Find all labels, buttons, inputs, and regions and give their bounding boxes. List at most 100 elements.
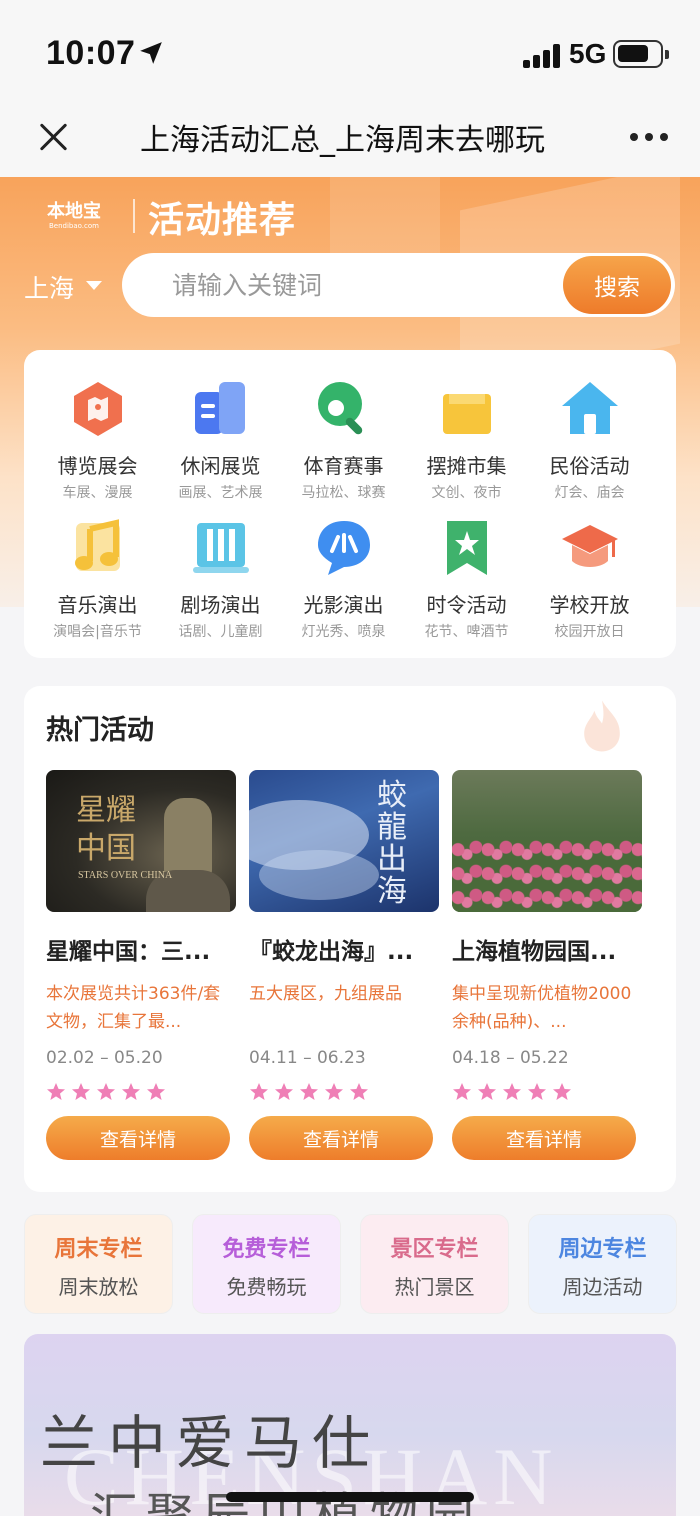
activity-card[interactable]: 星耀中国 STARS OVER CHINA 星耀中国：三... 本次展览共计363件… [46,770,236,1160]
city-selector[interactable]: 上海 [24,269,74,305]
category-name: 学校开放 [549,593,630,617]
category-item[interactable]: 民俗活动 灯会、庙会 [528,378,651,503]
activity-description: 本次展览共计363件/套文物，汇集了最... [46,984,221,1032]
category-card: 博览展会 车展、漫展 休闲展览 画展、艺术展 体育赛事 马拉松、球赛 摆摊市集 文创、夜市 民俗… [24,350,676,658]
column-title: 周末专栏 [54,1237,143,1262]
column-card[interactable]: 景区专栏 热门景区 [360,1214,509,1314]
promo-banner[interactable]: CHENSHAN 兰中爱马仕 汇聚辰山植物园 [24,1334,676,1516]
column-card[interactable]: 周边专栏 周边活动 [528,1214,677,1314]
category-item[interactable]: 学校开放 校园开放日 [528,517,651,642]
star-icon [72,1083,90,1100]
bookmark-star-icon [437,517,497,577]
category-item[interactable]: 光影演出灯光秀、喷泉 [282,517,405,642]
activity-image[interactable]: 蛟龍出海 [249,770,439,912]
category-grid: 博览展会 车展、漫展 休闲展览 画展、艺术展 体育赛事 马拉松、球赛 摆摊市集 文创、夜市 民俗… [36,378,666,642]
section-title: 热门活动 [46,715,154,746]
status-bar: 10:07 5G [0,0,700,105]
star-icon [275,1083,293,1100]
category-item[interactable]: 剧场演出 话剧、儿童剧 [159,517,282,642]
column-subtitle: 周末放松 [58,1275,139,1299]
search-input[interactable] [172,267,542,303]
activity-description: 集中呈现新优植物2000余种(品种)、... [452,984,632,1032]
category-name: 摆摊市集 [426,454,507,478]
star-icon [122,1083,140,1100]
chevron-down-icon[interactable] [86,281,102,290]
view-details-button[interactable]: 查看详情 [46,1116,230,1160]
music-note-icon [68,517,128,577]
activity-title[interactable]: 『蛟龙出海』... [249,932,439,966]
rating-stars [46,1082,236,1102]
rating-stars [452,1082,642,1102]
column-subtitle: 热门景区 [394,1275,475,1299]
search-button[interactable]: 搜索 [563,256,671,314]
close-icon[interactable] [34,117,72,155]
page-title: 上海活动汇总_上海周末去哪玩 [140,123,545,158]
star-icon [453,1083,471,1100]
column-subtitle: 周边活动 [562,1275,643,1299]
category-name: 休闲展览 [180,454,261,478]
image-caption: 蛟龍出海 [377,778,407,909]
category-subtitle: 灯光秀、喷泉 [301,624,386,640]
ping-pong-icon [314,378,374,438]
category-item[interactable]: 体育赛事 马拉松、球赛 [282,378,405,503]
map-expo-icon [68,378,128,438]
nav-bar: 上海活动汇总_上海周末去哪玩 [0,105,700,177]
graduation-cap-icon [560,517,620,577]
home-indicator [226,1492,474,1502]
column-card[interactable]: 周末专栏 周末放松 [24,1214,173,1314]
activity-date: 04.18 – 05.22 [452,1048,569,1068]
category-subtitle: 车展、漫展 [62,485,133,501]
activity-card[interactable]: 上海植物园国... 集中呈现新优植物2000余种(品种)、... 04.18 – 0… [452,770,642,1160]
logo-divider [133,199,135,233]
rating-stars [249,1082,439,1102]
hot-activities-section: 热门活动 星耀中国 STARS OVER CHINA 星耀中国：三... 本次展览共… [24,686,676,1192]
column-shortcuts: 周末专栏 周末放松 免费专栏 免费畅玩 景区专栏 热门景区 周边专栏 周边活动 [24,1214,677,1314]
light-show-icon [314,517,374,577]
book-exhibit-icon [191,378,251,438]
category-item[interactable]: 音乐演出演唱会|音乐节 [36,517,159,642]
category-name: 体育赛事 [303,454,384,478]
star-icon [47,1083,65,1100]
category-subtitle: 花节、啤酒节 [424,624,509,640]
category-subtitle: 校园开放日 [554,624,625,640]
star-icon [350,1083,368,1100]
star-icon [300,1083,318,1100]
image-caption: 星耀中国 [76,793,136,866]
activity-card[interactable]: 蛟龍出海 『蛟龙出海』... 五大展区，九组展品 04.11 – 06.23 查看详情 [249,770,439,1160]
star-icon [147,1083,165,1100]
image-caption-en: STARS OVER CHINA [78,870,173,881]
category-name: 博览展会 [57,454,138,478]
activity-title[interactable]: 星耀中国：三... [46,932,236,966]
category-name: 民俗活动 [549,454,630,478]
category-item[interactable]: 休闲展览画展、艺术展 [159,378,282,503]
shopping-bag-icon [437,378,497,438]
view-details-button[interactable]: 查看详情 [452,1116,636,1160]
banner-title: 活动推荐 [148,200,297,241]
category-subtitle: 演唱会|音乐节 [53,624,142,640]
activity-image[interactable] [452,770,642,912]
column-card[interactable]: 免费专栏 免费畅玩 [192,1214,341,1314]
promo-banner-title: 兰中爱马仕 [40,1409,381,1477]
view-details-button[interactable]: 查看详情 [249,1116,433,1160]
category-subtitle: 话剧、儿童剧 [178,624,263,640]
category-name: 音乐演出 [57,593,138,617]
flame-icon [584,700,620,752]
more-icon[interactable] [630,133,670,143]
category-item[interactable]: 博览展会 车展、漫展 [36,378,159,503]
category-name: 光影演出 [303,593,384,617]
cell-signal-icon [523,44,561,68]
star-icon [478,1083,496,1100]
column-title: 免费专栏 [222,1237,311,1262]
category-item[interactable]: 摆摊市集 文创、夜市 [405,378,528,503]
star-icon [503,1083,521,1100]
activity-title[interactable]: 上海植物园国... [452,932,642,966]
house-icon [560,378,620,438]
column-subtitle: 免费畅玩 [226,1275,307,1299]
star-icon [553,1083,571,1100]
activity-image[interactable]: 星耀中国 STARS OVER CHINA [46,770,236,912]
activity-date: 02.02 – 05.20 [46,1048,163,1068]
column-title: 周边专栏 [558,1237,647,1262]
category-item[interactable]: 时令活动花节、啤酒节 [405,517,528,642]
category-subtitle: 画展、艺术展 [178,485,263,501]
category-name: 时令活动 [426,593,507,617]
